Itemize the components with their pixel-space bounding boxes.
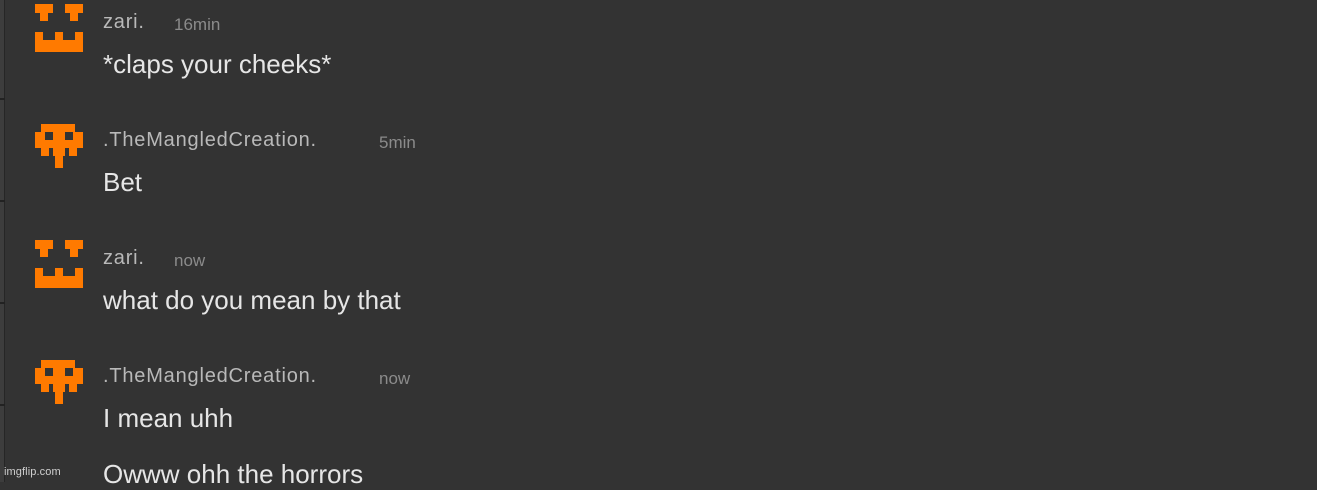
timestamp: now [174,251,206,270]
timestamp: now [379,369,411,388]
divider-tick [0,302,5,304]
message-text: *claps your cheeks* [103,49,332,79]
divider-tick [0,98,5,100]
avatar[interactable] [35,0,84,52]
username[interactable]: zari. [103,247,145,270]
message-text: Bet [103,167,143,197]
divider-tick [0,200,5,202]
message-text: Owww ohh the horrors [103,459,364,489]
orange-pixel-skull-icon [35,360,83,404]
orange-pixel-face-icon [35,240,83,288]
divider-tick [0,404,5,406]
message-text: I mean uhh [103,403,234,433]
avatar[interactable] [35,360,84,412]
imgflip-watermark: imgflip.com [4,466,61,478]
avatar[interactable] [35,124,84,176]
orange-pixel-face-icon [35,4,83,52]
avatar[interactable] [35,236,84,288]
username[interactable]: .TheMangledCreation. [103,365,317,388]
timestamp: 5min [379,133,416,152]
username[interactable]: zari. [103,11,145,34]
username[interactable]: .TheMangledCreation. [103,129,317,152]
orange-pixel-skull-icon [35,124,83,168]
timestamp: 16min [174,15,221,34]
left-panel-border [0,0,5,482]
message-text: what do you mean by that [103,285,401,315]
